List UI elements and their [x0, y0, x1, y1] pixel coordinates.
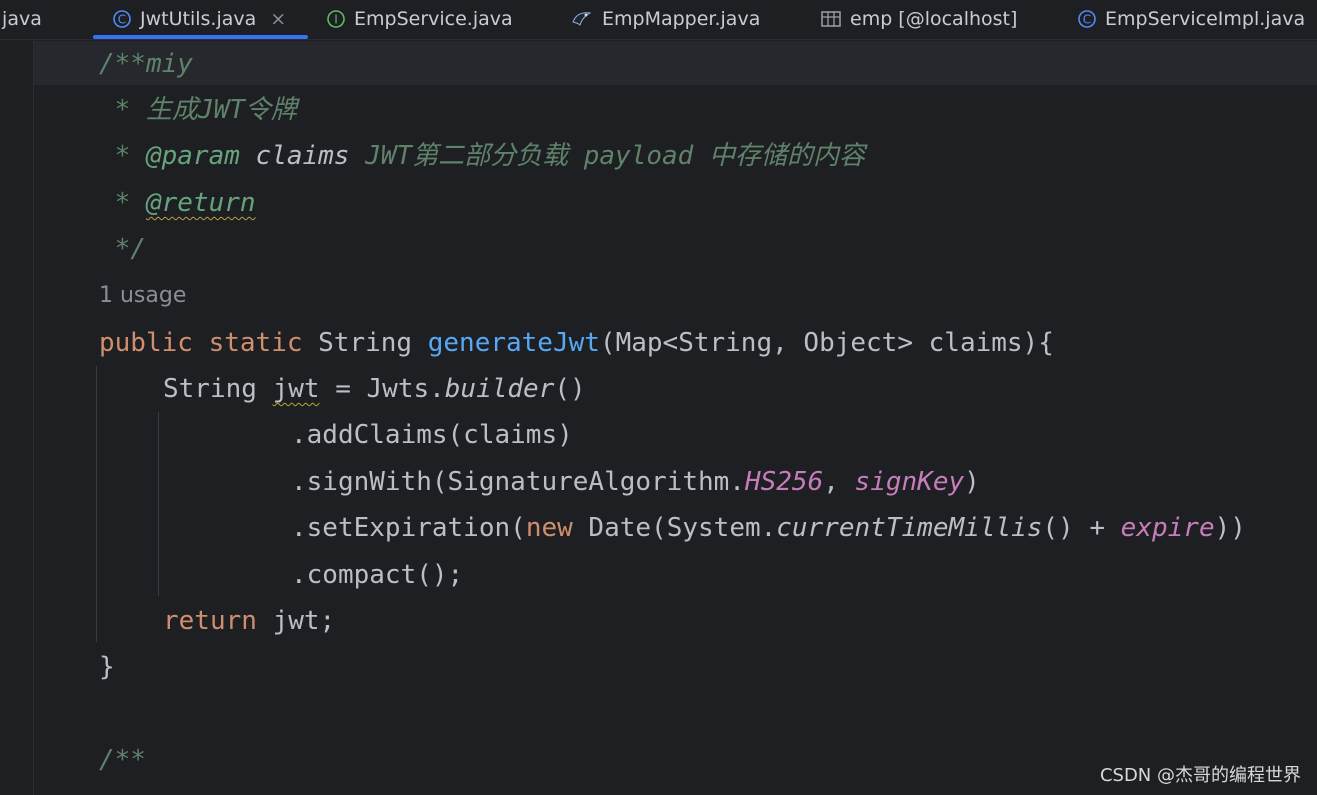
usage-hint[interactable]: 1 usage [99, 283, 186, 308]
doc-comment-close: */ [99, 234, 146, 264]
watermark: CSDN @杰哥的编程世界 [1099, 765, 1301, 786]
current-line-highlight [34, 41, 1317, 85]
code-line: .setExpiration(new Date(System.currentTi… [291, 513, 1246, 543]
code-line: .addClaims(claims) [291, 420, 573, 450]
tab-label: .java [0, 8, 42, 30]
tab-label: JwtUtils.java [140, 8, 257, 30]
tab-label: EmpService.java [354, 8, 513, 30]
code-line: /** [99, 745, 146, 775]
class-icon: C [1077, 9, 1097, 29]
tab-emp-table[interactable]: emp [@localhost] [820, 0, 1017, 38]
svg-text:C: C [118, 13, 126, 27]
method-name: generateJwt [427, 328, 600, 358]
javadoc-param-tag: @param [145, 141, 240, 171]
mapper-icon [570, 8, 594, 30]
code-line: */ [99, 226, 146, 272]
active-tab-indicator [93, 35, 308, 39]
tab-empserviceimpl[interactable]: C EmpServiceImpl.java [1077, 0, 1305, 38]
code-line: * 生成JWT令牌 [99, 87, 297, 133]
svg-text:I: I [334, 13, 338, 27]
tab-label: emp [@localhost] [850, 8, 1018, 30]
code-line: } [99, 652, 115, 682]
tab-label: EmpMapper.java [602, 8, 761, 30]
javadoc-param-desc: JWT第二部分负载 payload 中存储的内容 [349, 141, 865, 171]
tab-label: EmpServiceImpl.java [1105, 8, 1306, 30]
indent-guide [96, 366, 97, 642]
code-line: /**miy [99, 41, 193, 87]
svg-text:C: C [1083, 13, 1091, 27]
javadoc-return-tag: @return [145, 188, 256, 218]
method-signature: public static String generateJwt(Map<Str… [99, 328, 1054, 358]
table-icon [820, 9, 842, 29]
tab-jwtutils[interactable]: C JwtUtils.java × [112, 0, 286, 38]
code-line: String jwt = Jwts.builder() [163, 374, 586, 404]
code-line: * @return [99, 188, 256, 218]
local-variable: jwt [272, 374, 320, 404]
code-editor[interactable]: /**miy * 生成JWT令牌 * @param claims JWT第二部分… [0, 40, 1317, 795]
tab-empmapper[interactable]: EmpMapper.java [570, 0, 760, 38]
gutter-separator [33, 40, 34, 795]
doc-comment-text: * 生成JWT令牌 [99, 95, 297, 125]
code-line: return jwt; [163, 606, 336, 636]
tab-empservice[interactable]: I EmpService.java [326, 0, 513, 38]
code-line: .signWith(SignatureAlgorithm.HS256, sign… [291, 467, 980, 497]
code-line: .compact(); [291, 560, 464, 590]
indent-guide [158, 412, 159, 596]
close-icon[interactable]: × [270, 8, 286, 30]
javadoc-param-name: claims [239, 141, 350, 171]
editor-tab-bar: .java C JwtUtils.java × I EmpService.jav… [0, 0, 1317, 40]
interface-icon: I [326, 9, 346, 29]
doc-comment-open: /**miy [99, 49, 193, 79]
class-icon: C [112, 9, 132, 29]
code-line: * @param claims JWT第二部分负载 payload 中存储的内容 [99, 141, 865, 171]
tab-partial-java[interactable]: .java [0, 0, 42, 38]
